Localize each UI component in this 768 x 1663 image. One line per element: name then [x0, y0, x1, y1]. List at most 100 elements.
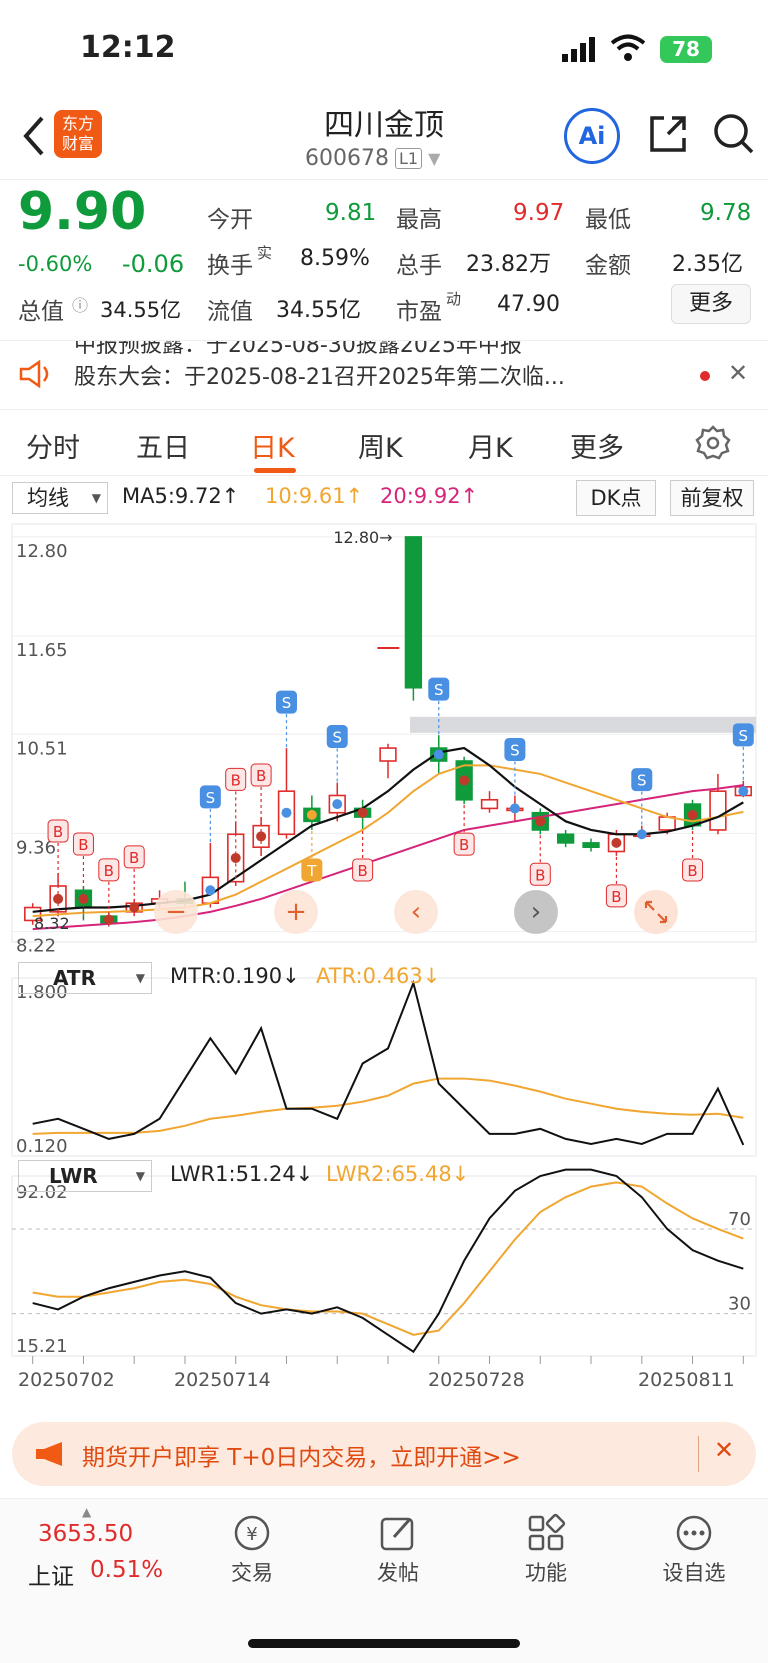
atr-axis-label: 0.120 — [16, 1136, 68, 1157]
mtr-line — [32, 979, 745, 1146]
chart-canvas[interactable]: 12.8011.6510.519.368.2212.80→8.32BBBBSB B… — [0, 516, 768, 1406]
more-dots-icon — [676, 1515, 712, 1551]
price-axis-label: 10.51 — [16, 738, 68, 759]
float-value: 34.55亿 — [276, 298, 361, 323]
lwr1-value: LWR1:51.24↓ — [170, 1162, 314, 1186]
signal-dot — [205, 885, 216, 896]
date-label: 20250811 — [638, 1369, 735, 1391]
index-value[interactable]: 3653.50 — [38, 1521, 133, 1547]
lwr2-line — [32, 1181, 744, 1336]
float-label: 流值 — [207, 299, 253, 325]
dk-button[interactable]: DK点 — [576, 480, 656, 516]
pe-value: 47.90 — [497, 292, 560, 317]
signal-dot — [256, 831, 267, 842]
add-watchlist-button[interactable]: 设自选 — [654, 1513, 734, 1587]
megaphone-icon — [34, 1440, 68, 1472]
price-axis-label: 8.22 — [16, 936, 56, 957]
level-badge: L1 — [394, 148, 423, 169]
indicator-select[interactable]: 均线 ▼ — [12, 482, 108, 514]
tab-weekly-k[interactable]: 周K — [358, 426, 403, 465]
signal-dot — [281, 807, 292, 818]
atr-select[interactable]: ATR ▼ — [18, 962, 152, 994]
lwr-select-label: LWR — [49, 1164, 98, 1188]
open-label: 今开 — [207, 207, 253, 233]
caret-down-icon: ▼ — [135, 1169, 145, 1183]
promo-text: 期货开户即享 T+0日内交易，立即开通>> — [82, 1445, 521, 1471]
edit-icon — [380, 1517, 414, 1551]
fullscreen-button[interactable] — [634, 890, 678, 934]
signal-letter: B — [231, 771, 241, 789]
signal-letter: B — [53, 823, 63, 841]
adjust-button[interactable]: 前复权 — [670, 480, 754, 516]
turnover-sup: 实 — [257, 244, 273, 262]
signal-letter: B — [104, 862, 114, 880]
close-icon[interactable]: ✕ — [728, 359, 748, 387]
date-label: 20250714 — [174, 1369, 271, 1391]
index-pct: 0.51% — [90, 1557, 164, 1583]
post-label: 发帖 — [377, 1561, 419, 1585]
signal-dot — [332, 799, 343, 810]
signal-letter: B — [459, 836, 469, 854]
signal-dot — [53, 893, 64, 904]
tab-intraday[interactable]: 分时 — [26, 426, 80, 465]
main-panel-frame — [11, 523, 757, 943]
mktcap-label: 总值 — [18, 299, 64, 325]
signal-letter: B — [611, 888, 621, 906]
kline-chart-area: 均线 ▼ MA5:9.72↑ 10:9.61↑ 20:9.92↑ DK点 前复权… — [0, 476, 768, 1406]
promo-banner[interactable]: 期货开户即享 T+0日内交易，立即开通>> ✕ — [12, 1422, 756, 1486]
turnover-label: 换手 — [207, 253, 253, 279]
notice-bar[interactable]: 中报预披露：于2025-08-30披露2025年中报 股东大会：于2025-08… — [0, 340, 768, 410]
next-button-label: › — [531, 897, 541, 927]
zoom-out-button-label: − — [165, 897, 187, 927]
function-button[interactable]: 功能 — [516, 1513, 576, 1587]
signal-dot — [738, 786, 749, 797]
atr-line — [32, 1077, 744, 1135]
pe-sup: 动 — [446, 290, 462, 308]
tab-more[interactable]: 更多 — [570, 426, 624, 465]
high-price-marker: 12.80→ — [333, 528, 392, 547]
lwr2-value: LWR2:65.48↓ — [326, 1162, 470, 1186]
signal-letter: B — [129, 849, 139, 867]
close-icon[interactable]: ✕ — [714, 1436, 734, 1464]
signal-letter: S — [282, 694, 292, 712]
bottom-toolbar: ▲ 3653.50 上证 0.51% ¥ 交易 发帖 功能 设自选 — [0, 1498, 768, 1663]
index-name: 上证 — [28, 1564, 74, 1590]
signal-dot — [433, 749, 444, 760]
more-button[interactable]: 更多 — [671, 284, 751, 324]
tab-five-day[interactable]: 五日 — [136, 426, 190, 465]
lwr-select[interactable]: LWR ▼ — [18, 1160, 152, 1192]
amount-label: 金额 — [585, 253, 631, 279]
tab-monthly-k[interactable]: 月K — [468, 426, 513, 465]
post-button[interactable]: 发帖 — [368, 1513, 428, 1587]
turnover-value: 8.59% — [300, 246, 370, 271]
function-label: 功能 — [525, 1561, 567, 1585]
caret-down-icon: ▼ — [91, 491, 101, 505]
ma20-value: 20:9.92↑ — [380, 484, 479, 508]
volume-label: 总手 — [396, 253, 442, 279]
signal-dot — [611, 837, 622, 848]
nav-header: 东方 财富 四川金顶 600678 L1 ▼ Ai — [0, 100, 768, 180]
current-price: 9.90 — [18, 182, 147, 242]
trade-label: 交易 — [231, 1561, 273, 1585]
ai-button[interactable]: Ai — [564, 108, 620, 164]
stock-code-row[interactable]: 600678 L1 ▼ — [305, 146, 440, 171]
gear-icon[interactable] — [694, 424, 732, 466]
trade-icon: ¥ — [234, 1515, 270, 1551]
share-icon[interactable] — [646, 112, 690, 160]
info-icon[interactable]: ⓘ — [72, 292, 88, 316]
signal-dot — [357, 807, 368, 818]
signal-letter: S — [739, 727, 749, 745]
battery-icon: 78 — [660, 36, 712, 63]
atr-value: ATR:0.463↓ — [316, 964, 441, 988]
signal-dot — [459, 775, 470, 786]
status-time: 12:12 — [80, 30, 176, 65]
stock-code: 600678 — [305, 146, 389, 171]
price-axis-label: 11.65 — [16, 640, 68, 661]
search-icon[interactable] — [712, 112, 756, 160]
tab-daily-k[interactable]: 日K — [250, 426, 295, 465]
price-axis-label: 12.80 — [16, 541, 68, 562]
signal-dot — [535, 816, 546, 827]
low-label: 最低 — [585, 207, 631, 233]
caret-down-icon: ▼ — [135, 971, 145, 985]
trade-button[interactable]: ¥ 交易 — [222, 1513, 282, 1587]
